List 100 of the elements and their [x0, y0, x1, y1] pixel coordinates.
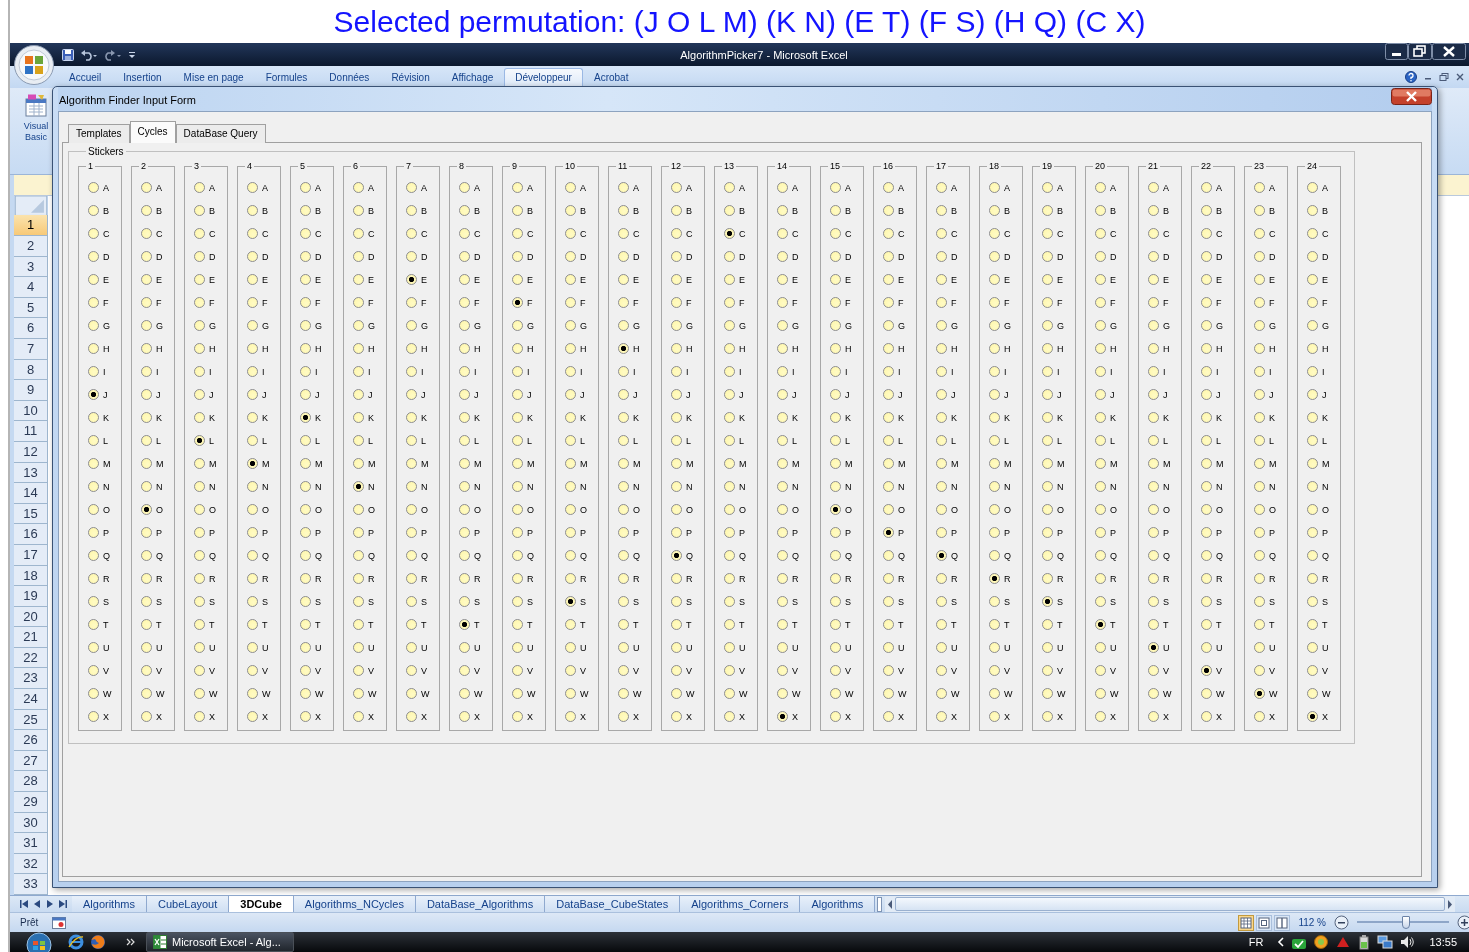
- option-label[interactable]: M: [633, 458, 641, 469]
- option-label[interactable]: B: [951, 205, 957, 216]
- option-label[interactable]: A: [686, 182, 692, 193]
- sheet-tab[interactable]: CubeLayout: [146, 896, 230, 912]
- option-label[interactable]: J: [633, 389, 638, 400]
- option-label[interactable]: F: [580, 297, 586, 308]
- tab[interactable]: Cycles: [129, 121, 176, 143]
- option-label[interactable]: C: [1110, 228, 1117, 239]
- option-label[interactable]: C: [1269, 228, 1276, 239]
- option-label[interactable]: E: [1110, 274, 1116, 285]
- option-label[interactable]: M: [368, 458, 376, 469]
- option-label[interactable]: I: [103, 366, 106, 377]
- double-chevron-icon[interactable]: [126, 937, 136, 947]
- option-label[interactable]: G: [792, 320, 799, 331]
- option-label[interactable]: M: [1057, 458, 1065, 469]
- row-header[interactable]: 23: [14, 668, 48, 690]
- option-label[interactable]: J: [156, 389, 161, 400]
- option-label[interactable]: O: [951, 504, 958, 515]
- option-label[interactable]: O: [1110, 504, 1117, 515]
- option-label[interactable]: J: [315, 389, 320, 400]
- option-label[interactable]: I: [633, 366, 636, 377]
- option-label[interactable]: D: [739, 251, 746, 262]
- option-label[interactable]: I: [580, 366, 583, 377]
- option-label[interactable]: D: [527, 251, 534, 262]
- page-layout-icon[interactable]: [1256, 914, 1273, 931]
- option-label[interactable]: Q: [739, 550, 746, 561]
- option-label[interactable]: P: [527, 527, 533, 538]
- option-label[interactable]: E: [421, 274, 427, 285]
- option-label[interactable]: I: [421, 366, 424, 377]
- option-label[interactable]: X: [1057, 711, 1063, 722]
- option-label[interactable]: G: [951, 320, 958, 331]
- option-label[interactable]: D: [633, 251, 640, 262]
- option-label[interactable]: G: [1322, 320, 1329, 331]
- row-header[interactable]: 29: [14, 792, 48, 813]
- option-label[interactable]: B: [845, 205, 851, 216]
- option-label[interactable]: E: [368, 274, 374, 285]
- option-label[interactable]: G: [527, 320, 534, 331]
- option-label[interactable]: L: [898, 435, 903, 446]
- option-label[interactable]: A: [1322, 182, 1328, 193]
- option-label[interactable]: V: [1269, 665, 1275, 676]
- option-label[interactable]: V: [633, 665, 639, 676]
- option-label[interactable]: F: [315, 297, 321, 308]
- option-label[interactable]: O: [580, 504, 587, 515]
- ribbon-tab[interactable]: Affichage: [440, 68, 505, 88]
- option-label[interactable]: X: [315, 711, 321, 722]
- option-label[interactable]: R: [845, 573, 852, 584]
- option-label[interactable]: I: [898, 366, 901, 377]
- option-label[interactable]: H: [1269, 343, 1276, 354]
- ribbon-tab[interactable]: Révision: [380, 68, 441, 88]
- option-label[interactable]: R: [951, 573, 958, 584]
- option-label[interactable]: H: [527, 343, 534, 354]
- option-label[interactable]: C: [262, 228, 269, 239]
- option-label[interactable]: J: [1163, 389, 1168, 400]
- option-label[interactable]: X: [898, 711, 904, 722]
- option-label[interactable]: D: [368, 251, 375, 262]
- dropdown-caret-icon[interactable]: [128, 50, 136, 59]
- option-label[interactable]: E: [1057, 274, 1063, 285]
- option-label[interactable]: S: [527, 596, 533, 607]
- option-label[interactable]: J: [951, 389, 956, 400]
- option-label[interactable]: O: [527, 504, 534, 515]
- option-label[interactable]: U: [1163, 642, 1170, 653]
- option-label[interactable]: K: [421, 412, 427, 423]
- option-label[interactable]: I: [1057, 366, 1060, 377]
- option-label[interactable]: B: [103, 205, 109, 216]
- browser-icon[interactable]: [90, 934, 106, 950]
- option-label[interactable]: U: [686, 642, 693, 653]
- option-label[interactable]: K: [1057, 412, 1063, 423]
- row-header[interactable]: 18: [14, 565, 48, 587]
- tab[interactable]: DataBase Query: [175, 124, 266, 143]
- option-label[interactable]: D: [792, 251, 799, 262]
- option-label[interactable]: D: [580, 251, 587, 262]
- option-label[interactable]: J: [262, 389, 267, 400]
- option-label[interactable]: H: [633, 343, 640, 354]
- option-label[interactable]: A: [1057, 182, 1063, 193]
- option-label[interactable]: T: [209, 619, 215, 630]
- option-label[interactable]: I: [262, 366, 265, 377]
- option-label[interactable]: D: [898, 251, 905, 262]
- option-label[interactable]: I: [951, 366, 954, 377]
- option-label[interactable]: I: [156, 366, 159, 377]
- option-label[interactable]: F: [156, 297, 162, 308]
- option-label[interactable]: U: [527, 642, 534, 653]
- option-label[interactable]: V: [156, 665, 162, 676]
- option-label[interactable]: H: [103, 343, 110, 354]
- option-label[interactable]: Q: [315, 550, 322, 561]
- option-label[interactable]: Q: [845, 550, 852, 561]
- option-label[interactable]: M: [1004, 458, 1012, 469]
- option-label[interactable]: F: [474, 297, 480, 308]
- option-label[interactable]: Q: [1004, 550, 1011, 561]
- option-label[interactable]: A: [1269, 182, 1275, 193]
- option-label[interactable]: N: [1057, 481, 1064, 492]
- option-label[interactable]: A: [1216, 182, 1222, 193]
- option-label[interactable]: T: [633, 619, 639, 630]
- option-label[interactable]: P: [315, 527, 321, 538]
- option-label[interactable]: P: [898, 527, 904, 538]
- option-label[interactable]: P: [1322, 527, 1328, 538]
- option-label[interactable]: Q: [580, 550, 587, 561]
- option-label[interactable]: X: [845, 711, 851, 722]
- option-label[interactable]: B: [1269, 205, 1275, 216]
- option-label[interactable]: Q: [262, 550, 269, 561]
- option-label[interactable]: J: [1004, 389, 1009, 400]
